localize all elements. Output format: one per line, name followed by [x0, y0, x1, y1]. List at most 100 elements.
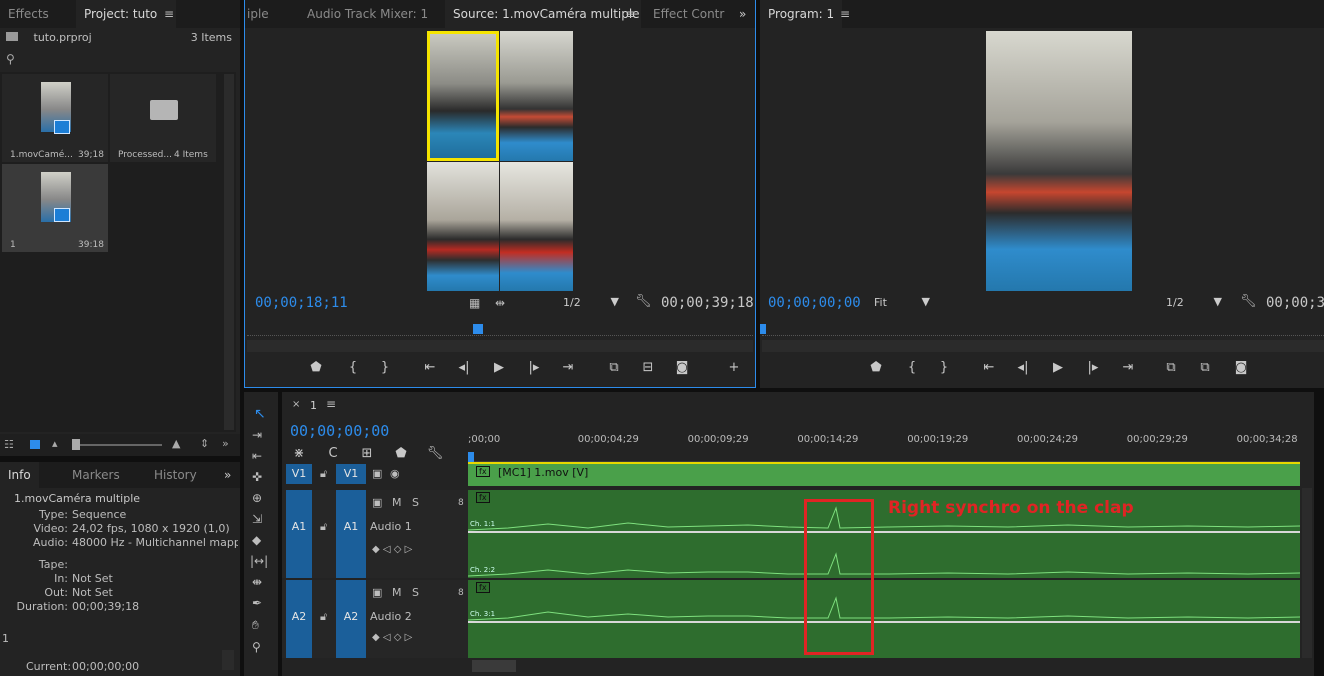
timeline-ruler[interactable]: ;00;00 00;00;04;29 00;00;09;29 00;00;14;29 0… — [468, 432, 1300, 462]
panel-menu-icon[interactable]: ≡ — [617, 0, 643, 28]
info-scrollbar[interactable] — [222, 650, 234, 670]
wrench-icon[interactable]: 🔧︎ — [1240, 294, 1257, 309]
program-scrollbar[interactable] — [762, 340, 1324, 352]
panel-menu-icon[interactable]: ≡ — [156, 0, 182, 28]
sync-lock-icon[interactable]: ▣ — [372, 496, 382, 509]
razor-icon[interactable]: ◆ — [252, 533, 261, 547]
mark-out-icon[interactable]: } — [374, 360, 396, 375]
add-marker-icon[interactable]: ⬟ — [865, 360, 887, 375]
step-forward-icon[interactable]: |▸ — [1082, 360, 1104, 375]
solo-button[interactable]: S — [412, 586, 419, 599]
insert-icon[interactable]: ⧉ — [603, 360, 625, 375]
camera-angle-4[interactable] — [500, 162, 573, 291]
sync-lock-icon[interactable]: ▣ — [372, 586, 382, 599]
waveform-icon[interactable]: ⇹ — [495, 296, 505, 310]
tab-audio-mixer[interactable]: Audio Track Mixer: 1 — [299, 0, 436, 28]
play-icon[interactable]: ▶ — [1047, 360, 1069, 375]
step-back-icon[interactable]: ◂| — [1012, 360, 1034, 375]
zoom-slider-handle[interactable] — [72, 439, 80, 450]
a2-source-patch[interactable]: A2 — [286, 580, 312, 658]
fit-select[interactable]: Fit ▼ — [868, 294, 934, 312]
mark-in-icon[interactable]: { — [901, 360, 923, 375]
extract-icon[interactable]: ⧉ — [1194, 360, 1216, 375]
overwrite-icon[interactable]: ⊟ — [637, 360, 659, 375]
filmstrip-icon[interactable]: ▦ — [469, 296, 480, 310]
tab-partial[interactable]: iple — [239, 0, 277, 28]
go-to-in-icon[interactable]: ⇤ — [978, 360, 1000, 375]
source-scrollbar[interactable] — [247, 340, 753, 352]
track-select-back-icon[interactable]: ⇤ — [252, 449, 262, 463]
lock-icon[interactable]: 🔓︎ — [320, 467, 327, 481]
add-marker-icon[interactable]: ⬟ — [305, 360, 327, 375]
tab-markers[interactable]: Markers — [64, 462, 128, 488]
program-resolution-select[interactable]: 1/2 ▼ — [1160, 294, 1226, 312]
step-back-icon[interactable]: ◂| — [453, 360, 475, 375]
tab-effects[interactable]: Effects — [0, 0, 57, 28]
camera-icon[interactable]: ◙ — [671, 360, 693, 375]
a2-target[interactable]: A2 — [336, 580, 366, 658]
keyframe-controls[interactable]: ◆ ◁ ◇ ▷ — [372, 544, 412, 555]
mute-button[interactable]: M — [392, 586, 402, 599]
zoom-slider[interactable] — [76, 444, 162, 446]
project-item-bin[interactable]: Processed... 4 Items — [110, 74, 216, 162]
source-playhead[interactable] — [473, 324, 483, 334]
go-to-out-icon[interactable]: ⇥ — [557, 360, 579, 375]
program-playhead[interactable] — [760, 324, 766, 334]
project-scrollbar[interactable] — [224, 74, 234, 430]
program-preview[interactable] — [986, 31, 1132, 291]
program-time-ruler[interactable] — [762, 320, 1324, 336]
a1-target[interactable]: A1 — [336, 490, 366, 578]
go-to-in-icon[interactable]: ⇤ — [419, 360, 441, 375]
camera-icon[interactable]: ◙ — [1230, 360, 1252, 375]
toggle-sync-icon[interactable]: ▣ — [372, 467, 382, 480]
a1-source-patch[interactable]: A1 — [286, 490, 312, 578]
mark-out-icon[interactable]: } — [933, 360, 955, 375]
tab-source[interactable]: Source: 1.movCaméra multiple — [445, 0, 641, 28]
project-item-clip[interactable]: 1.movCamé... 39;18 — [2, 74, 108, 162]
add-button-icon[interactable]: + — [723, 360, 745, 375]
more-tabs-icon[interactable]: » — [731, 0, 754, 28]
play-icon[interactable]: ▶ — [488, 360, 510, 375]
solo-button[interactable]: S — [412, 496, 419, 509]
rolling-edit-icon[interactable]: ⊕ — [252, 491, 262, 505]
source-time-ruler[interactable] — [247, 320, 753, 336]
tab-history[interactable]: History — [146, 462, 205, 488]
mountain-icon[interactable]: ▲ — [172, 437, 180, 450]
timeline-playhead[interactable] — [468, 452, 474, 462]
sort-icon[interactable]: ▴ — [52, 437, 58, 450]
keyframe-controls[interactable]: ◆ ◁ ◇ ▷ — [372, 632, 412, 643]
program-timecode-current[interactable]: 00;00;00;00 — [768, 295, 861, 311]
search-icon[interactable]: ⚲ — [6, 52, 15, 66]
sequence-tab[interactable]: 1 — [310, 399, 317, 412]
ripple-edit-icon[interactable]: ✜ — [252, 470, 262, 484]
snap-icon[interactable]: ⋇ — [288, 446, 310, 461]
add-marker-settings-icon[interactable]: ⊞ — [356, 446, 378, 461]
lock-icon[interactable]: 🔓︎ — [320, 520, 327, 534]
track-select-tool-icon[interactable]: ⇥ — [252, 428, 262, 442]
tab-program[interactable]: Program: 1 — [760, 0, 843, 28]
panel-menu-icon[interactable]: ≡ — [326, 397, 336, 411]
source-resolution-select[interactable]: 1/2 ▼ — [557, 294, 623, 312]
slide-tool-icon[interactable]: ⇼ — [252, 575, 262, 589]
timeline-timecode[interactable]: 00;00;00;00 — [290, 422, 389, 440]
timeline-v-scrollbar[interactable] — [1302, 488, 1312, 658]
panel-menu-icon[interactable]: ≡ — [832, 0, 858, 28]
sort-order-icon[interactable]: ⇕ — [200, 437, 209, 450]
more-tabs-icon[interactable]: » — [216, 462, 239, 488]
timeline-h-scrollbar[interactable] — [472, 660, 516, 672]
rate-stretch-icon[interactable]: ⇲ — [252, 512, 262, 526]
tab-effect-controls[interactable]: Effect Contr — [645, 0, 732, 28]
linked-selection-icon[interactable]: C — [322, 446, 344, 461]
mute-button[interactable]: M — [392, 496, 402, 509]
lock-icon[interactable]: 🔓︎ — [320, 610, 327, 624]
marker-icon[interactable]: ⬟ — [390, 446, 412, 461]
wrench-icon[interactable]: 🔧︎ — [424, 446, 446, 461]
slip-tool-icon[interactable]: |↔| — [250, 554, 268, 568]
icon-view-icon[interactable] — [30, 440, 40, 449]
close-icon[interactable]: × — [292, 399, 300, 410]
camera-angle-2[interactable] — [500, 31, 573, 161]
project-item-sequence[interactable]: 1 39:18 — [2, 164, 108, 252]
hand-icon[interactable]: ✋︎ — [252, 618, 259, 633]
selection-tool-icon[interactable]: ↖ — [254, 406, 266, 422]
mark-in-icon[interactable]: { — [342, 360, 364, 375]
